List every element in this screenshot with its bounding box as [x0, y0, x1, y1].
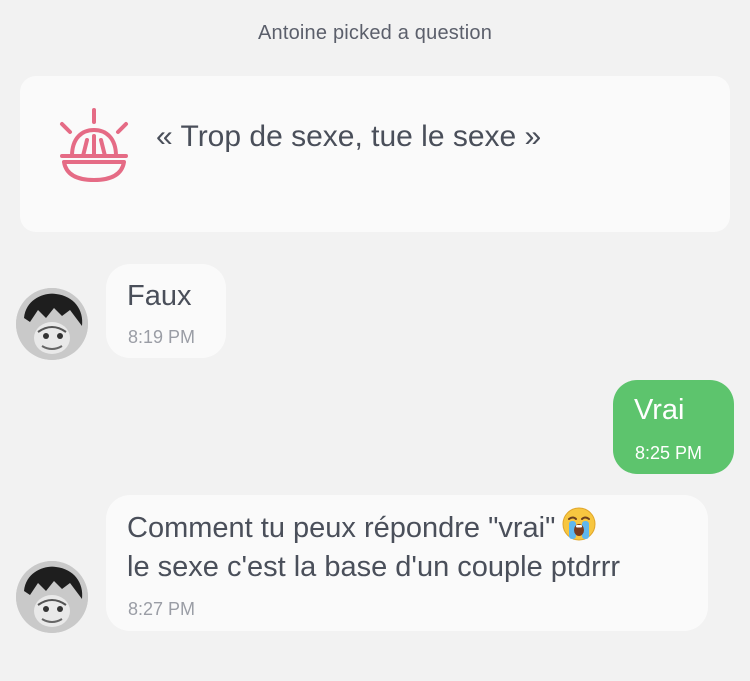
avatar-photo — [16, 561, 88, 633]
avatar[interactable] — [16, 561, 88, 633]
message-text: Vrai — [634, 394, 685, 426]
avatar-photo — [16, 288, 88, 360]
loudly-crying-face-emoji — [562, 507, 596, 541]
message-timestamp: 8:27 PM — [128, 599, 196, 619]
message-timestamp: 8:19 PM — [128, 327, 196, 347]
message-text: Faux — [127, 280, 192, 312]
message-bubble-incoming[interactable]: Comment tu peux répondre "vrai" le sexe … — [106, 495, 708, 631]
avatar[interactable] — [16, 288, 88, 360]
question-text: « Trop de sexe, tue le sexe » — [156, 120, 542, 153]
message-text-line-2: le sexe c'est la base d'un couple ptdrrr — [127, 551, 621, 583]
juicer-icon — [60, 108, 128, 182]
message-timestamp: 8:25 PM — [635, 443, 703, 463]
message-text: Comment tu peux répondre "vrai" — [127, 512, 556, 544]
message-bubble-incoming[interactable]: Faux 8:19 PM — [106, 264, 226, 358]
system-note: Antoine picked a question — [257, 22, 493, 44]
message-text-line-1: Comment tu peux répondre "vrai" — [127, 506, 597, 549]
message-bubble-outgoing[interactable]: Vrai 8:25 PM — [613, 380, 734, 474]
